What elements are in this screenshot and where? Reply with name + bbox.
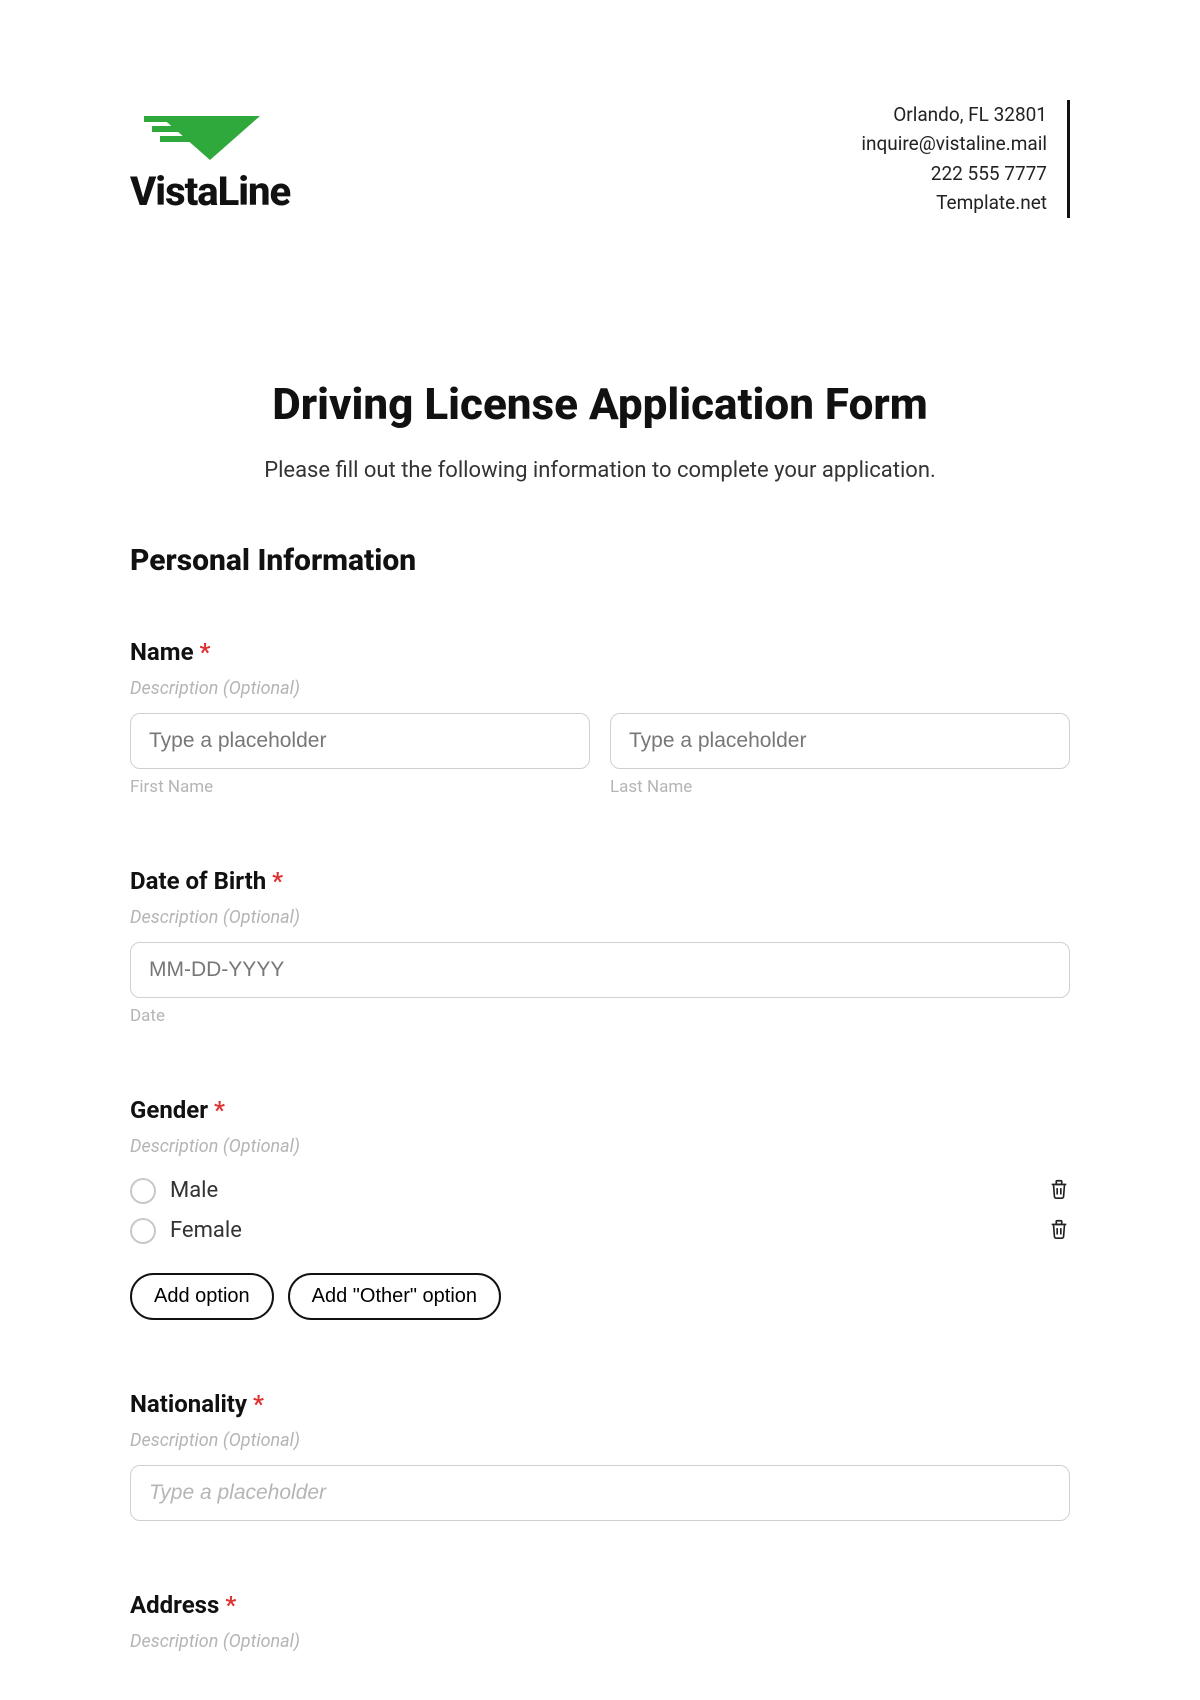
field-name-description[interactable]: Description (Optional): [130, 678, 1070, 699]
field-nationality-label: Nationality *: [130, 1390, 1070, 1418]
last-name-input[interactable]: [610, 713, 1070, 769]
required-mark: *: [214, 1096, 225, 1124]
page-header: VistaLine Orlando, FL 32801 inquire@vist…: [130, 100, 1070, 218]
field-dob-label-text: Date of Birth: [130, 867, 266, 895]
contact-source: Template.net: [861, 188, 1047, 217]
last-name-sublabel: Last Name: [610, 777, 1070, 797]
gender-option-female-row: Female: [130, 1211, 1070, 1251]
add-option-button[interactable]: Add option: [130, 1273, 274, 1320]
field-nationality: Nationality * Description (Optional): [130, 1390, 1070, 1521]
contact-phone: 222 555 7777: [861, 159, 1047, 188]
field-address: Address * Description (Optional): [130, 1591, 1070, 1652]
gender-option-male-row: Male: [130, 1171, 1070, 1211]
field-address-label: Address *: [130, 1591, 1070, 1619]
field-gender-label-text: Gender: [130, 1096, 208, 1124]
field-name-label-text: Name: [130, 638, 194, 666]
trash-icon[interactable]: [1048, 1177, 1070, 1205]
contact-email: inquire@vistaline.mail: [861, 129, 1047, 158]
field-nationality-label-text: Nationality: [130, 1390, 247, 1418]
section-personal-info: Personal Information: [130, 543, 1070, 578]
contact-block: Orlando, FL 32801 inquire@vistaline.mail…: [861, 100, 1070, 218]
field-gender-description[interactable]: Description (Optional): [130, 1136, 1070, 1157]
trash-icon[interactable]: [1048, 1217, 1070, 1245]
field-gender: Gender * Description (Optional) Male Fem…: [130, 1096, 1070, 1320]
field-gender-label: Gender *: [130, 1096, 1070, 1124]
first-name-sublabel: First Name: [130, 777, 590, 797]
field-name: Name * Description (Optional) First Name…: [130, 638, 1070, 797]
gender-option-male[interactable]: Male: [170, 1178, 218, 1203]
field-address-label-text: Address: [130, 1591, 219, 1619]
contact-address: Orlando, FL 32801: [861, 100, 1047, 129]
field-name-label: Name *: [130, 638, 1070, 666]
radio-icon[interactable]: [130, 1218, 156, 1244]
required-mark: *: [225, 1591, 236, 1619]
gender-option-female[interactable]: Female: [170, 1218, 242, 1243]
page-title: Driving License Application Form: [130, 378, 1070, 430]
first-name-input[interactable]: [130, 713, 590, 769]
dob-input[interactable]: [130, 942, 1070, 998]
nationality-input[interactable]: [130, 1465, 1070, 1521]
required-mark: *: [253, 1390, 264, 1418]
dob-sublabel: Date: [130, 1006, 1070, 1026]
field-dob-description[interactable]: Description (Optional): [130, 907, 1070, 928]
brand-name: VistaLine: [130, 168, 290, 215]
radio-icon[interactable]: [130, 1178, 156, 1204]
field-dob-label: Date of Birth *: [130, 867, 1070, 895]
required-mark: *: [200, 638, 211, 666]
field-address-description[interactable]: Description (Optional): [130, 1631, 1070, 1652]
logo-icon: [130, 100, 290, 160]
page-subtitle: Please fill out the following informatio…: [130, 458, 1070, 483]
add-other-option-button[interactable]: Add "Other" option: [288, 1273, 501, 1320]
field-dob: Date of Birth * Description (Optional) D…: [130, 867, 1070, 1026]
required-mark: *: [272, 867, 283, 895]
field-nationality-description[interactable]: Description (Optional): [130, 1430, 1070, 1451]
logo-block: VistaLine: [130, 100, 290, 215]
